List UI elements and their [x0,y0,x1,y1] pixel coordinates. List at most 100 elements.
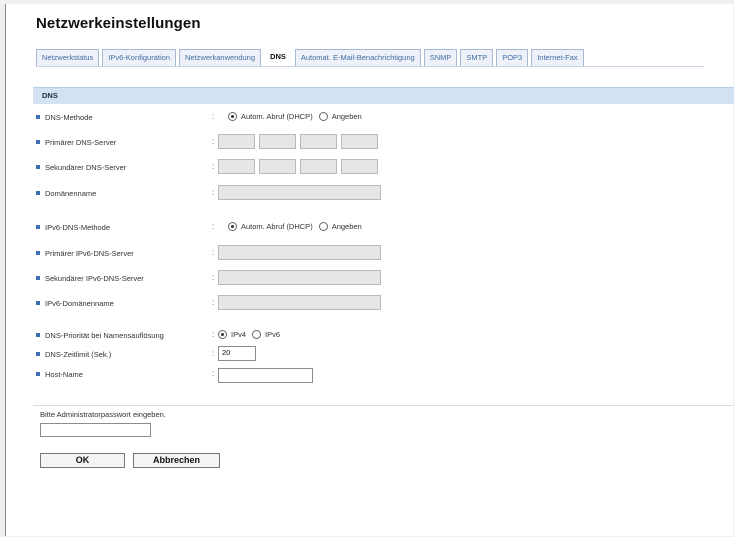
dns-priority-ipv4-radio[interactable] [218,330,227,339]
dns-method-auto-radio[interactable] [228,112,237,121]
settings-panel: Netzwerkeinstellungen Netzwerkstatus IPv… [5,4,734,536]
colon: : [212,330,215,339]
colon: : [212,162,215,171]
secondary-ipv6-dns-label: Sekundärer IPv6-DNS-Server [45,273,144,283]
primary-dns-octet-1 [218,134,255,149]
colon: : [212,349,215,358]
primary-ipv6-dns-row: Primärer IPv6-DNS-Server [36,246,134,260]
cancel-button[interactable]: Abbrechen [133,453,220,468]
primary-dns-label: Primärer DNS-Server [45,137,117,147]
dns-method-manual-label: Angeben [331,112,362,121]
secondary-ipv6-dns-control [218,270,381,285]
colon: : [212,369,215,378]
bullet-icon [36,333,40,337]
tab-dns[interactable]: DNS [264,47,292,66]
primary-ipv6-dns-label: Primärer IPv6-DNS-Server [45,248,134,258]
dns-priority-ipv6-radio[interactable] [252,330,262,339]
ipv6-dns-method-manual-radio[interactable] [318,222,328,231]
ipv6-dns-method-row: IPv6-DNS-Methode [36,220,110,234]
domain-name-field [218,185,381,200]
bullet-icon [36,372,40,376]
primary-dns-octet-3 [300,134,337,149]
colon: : [212,248,215,257]
section-title: DNS [42,91,58,100]
bullet-icon [36,276,40,280]
dns-timeout-control: 20 [218,346,256,361]
ipv6-domain-name-control [218,295,381,310]
secondary-dns-label: Sekundärer DNS-Server [45,162,127,172]
secondary-dns-octet-3 [300,159,337,174]
tab-ipv6-configuration[interactable]: IPv6-Konfiguration [102,49,176,66]
tab-internet-fax[interactable]: Internet-Fax [531,49,584,66]
ipv6-dns-method-options: Autom. Abruf (DHCP) Angeben [228,222,368,231]
page-title: Netzwerkeinstellungen [36,15,201,32]
tab-underline [36,66,704,67]
secondary-ipv6-dns-row: Sekundärer IPv6-DNS-Server [36,271,144,285]
ipv6-domain-name-label: IPv6-Domänenname [45,298,114,308]
tab-bar: Netzwerkstatus IPv6-Konfiguration Netzwe… [36,47,587,66]
dns-timeout-label: DNS-Zeitlimit (Sek.) [45,349,112,359]
primary-ipv6-dns-control [218,245,381,260]
bullet-icon [36,115,40,119]
colon: : [212,188,215,197]
bullet-icon [36,191,40,195]
secondary-dns-octet-2 [259,159,296,174]
dns-priority-label: DNS-Priorität bei Namensauflösung [45,330,164,340]
secondary-dns-octet-4 [341,159,378,174]
colon: : [212,273,215,282]
admin-password-prompt: Bitte Administratorpasswort eingeben. [40,410,166,419]
tab-network-status[interactable]: Netzwerkstatus [36,49,100,66]
secondary-dns-octets [218,159,382,174]
dns-method-manual-radio[interactable] [318,112,328,121]
secondary-dns-octet-1 [218,159,255,174]
dns-method-row: DNS-Methode [36,110,93,124]
bullet-icon [36,165,40,169]
secondary-ipv6-dns-field [218,270,381,285]
dns-priority-ipv6-label: IPv6 [265,330,281,339]
dns-method-options: Autom. Abruf (DHCP) Angeben [228,112,368,121]
host-name-label: Host-Name [45,369,83,379]
bullet-icon [36,301,40,305]
ipv6-dns-method-label: IPv6-DNS-Methode [45,222,111,232]
primary-dns-octets [218,134,382,149]
tab-snmp[interactable]: SNMP [423,49,458,66]
tab-pop3[interactable]: POP3 [496,49,529,66]
host-name-control [218,368,313,383]
colon: : [212,137,215,146]
secondary-dns-row: Sekundärer DNS-Server [36,160,126,174]
domain-name-row: Domänenname [36,186,96,200]
domain-name-label: Domänenname [45,188,97,198]
host-name-row: Host-Name [36,367,83,381]
primary-ipv6-dns-field [218,245,381,260]
host-name-input[interactable] [218,368,313,383]
bullet-icon [36,352,40,356]
ok-button[interactable]: OK [40,453,125,468]
dns-method-label: DNS-Methode [45,112,93,122]
tab-network-application[interactable]: Netzwerkanwendung [178,49,262,66]
dns-timeout-row: DNS-Zeitlimit (Sek.) [36,347,111,361]
bullet-icon [36,225,40,229]
colon: : [212,222,215,231]
ipv6-dns-method-auto-radio[interactable] [228,222,237,231]
colon: : [212,298,215,307]
tab-email-notification[interactable]: Automat. E-Mail-Benachrichtigung [294,49,421,66]
bullet-icon [36,140,40,144]
section-header: DNS [33,87,734,104]
primary-dns-octet-4 [341,134,378,149]
primary-dns-row: Primärer DNS-Server [36,135,116,149]
dns-priority-ipv4-label: IPv4 [231,330,247,339]
colon: : [212,112,215,121]
ipv6-dns-method-manual-label: Angeben [331,222,362,231]
ipv6-domain-name-row: IPv6-Domänenname [36,296,114,310]
dns-timeout-input[interactable]: 20 [218,346,256,361]
dns-priority-options: IPv4 IPv6 [218,330,286,339]
dns-method-auto-label: Autom. Abruf (DHCP) [241,112,313,121]
bullet-icon [36,251,40,255]
tab-smtp[interactable]: SMTP [460,49,494,66]
primary-dns-octet-2 [259,134,296,149]
divider [33,405,734,406]
domain-name-control [218,185,381,200]
admin-password-input[interactable] [40,423,151,437]
dns-priority-row: DNS-Priorität bei Namensauflösung [36,328,164,342]
ipv6-domain-name-field [218,295,381,310]
